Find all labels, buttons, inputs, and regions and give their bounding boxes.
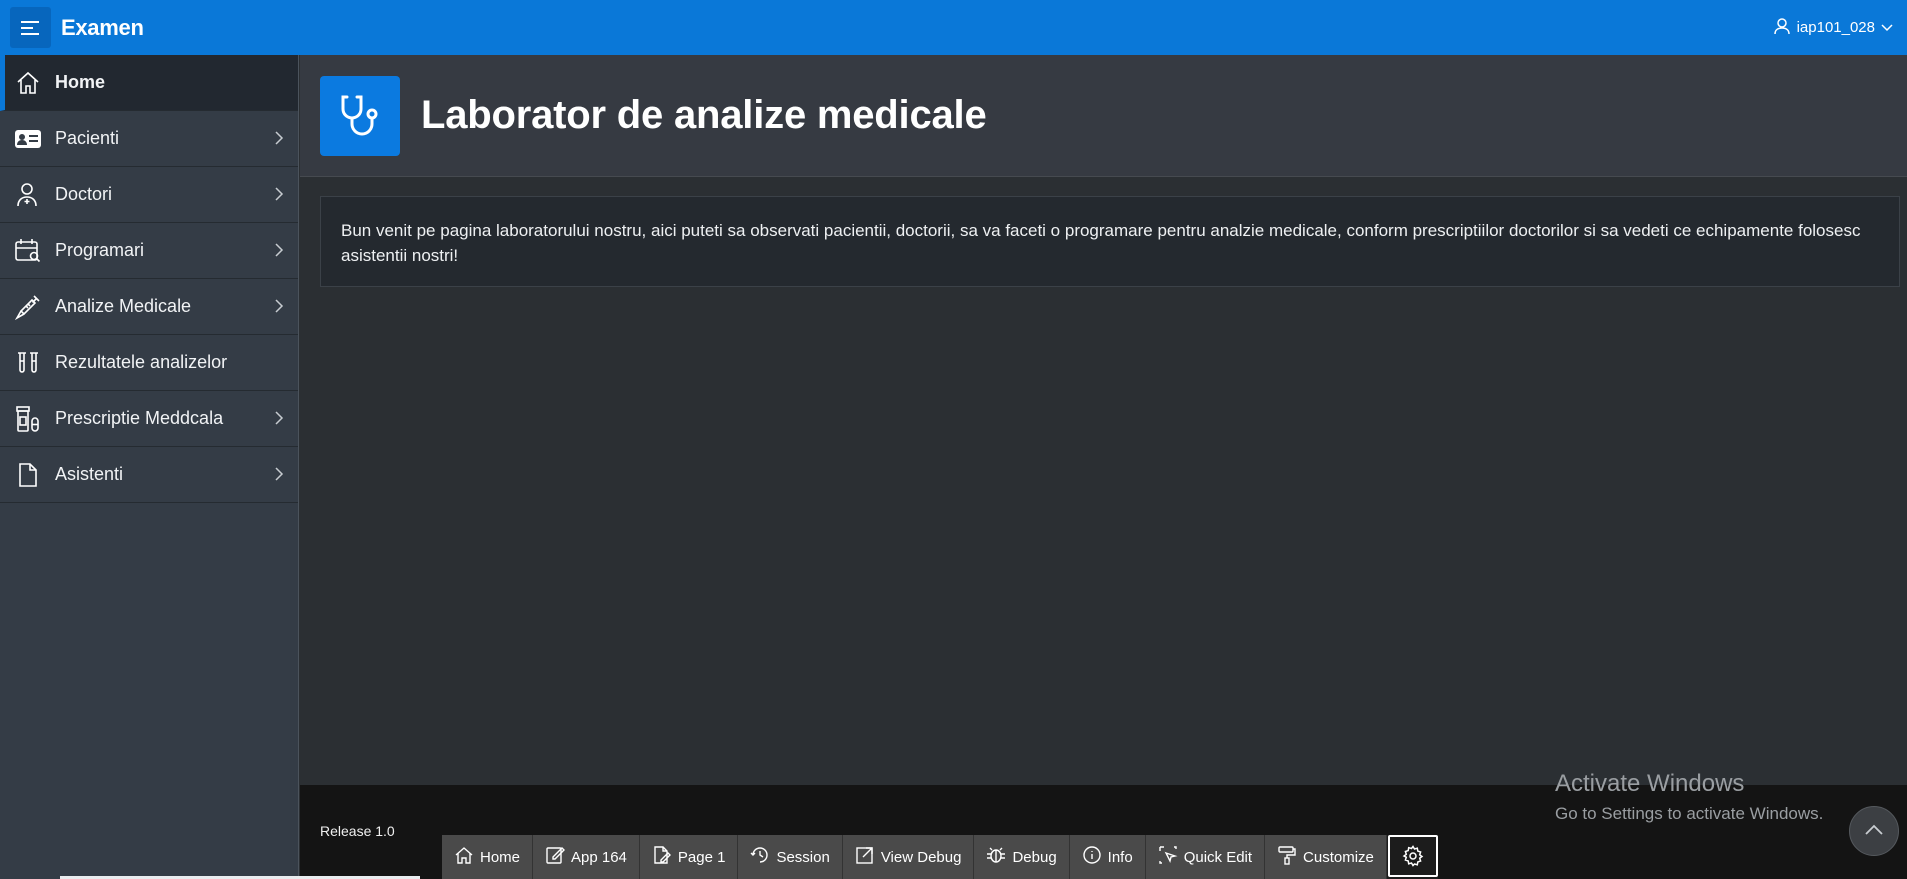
dev-home-button[interactable]: Home [442,835,534,879]
chevron-right-icon [274,410,284,431]
app-title[interactable]: Examen [61,15,144,41]
user-menu[interactable]: iap101_028 [1773,0,1893,55]
sidebar-item-analize-medicale[interactable]: Analize Medicale [0,279,298,335]
release-version: Release 1.0 [320,823,395,839]
test-tubes-icon [12,347,44,379]
home-icon [12,67,44,99]
external-link-icon [855,845,875,869]
developer-toolbar: Home App 164 Page 1 Session View Debug D… [442,835,1438,879]
sidebar-item-label: Rezultatele analizelor [55,352,228,372]
sidebar-item-label: Doctori [55,184,113,204]
dev-button-label: Home [480,848,521,866]
sidebar-item-label: Prescriptie Meddcala [55,408,224,428]
chevron-right-icon [274,186,284,207]
file-icon [12,459,44,491]
dev-quick-edit-button[interactable]: Quick Edit [1145,835,1266,879]
sidebar-item-label: Asistenti [55,464,124,484]
dev-button-label: Debug [1012,848,1057,866]
sidebar-item-asistenti[interactable]: Asistenti [0,447,298,503]
dev-customize-button[interactable]: Customize [1265,835,1387,879]
dev-view-debug-button[interactable]: View Debug [842,835,975,879]
user-name: iap101_028 [1796,19,1875,36]
user-medical-icon [12,179,44,211]
cursor-select-icon [1158,845,1178,869]
welcome-text: Bun venit pe pagina laboratorului nostru… [341,221,1861,265]
watermark-subtitle: Go to Settings to activate Windows. [1555,804,1824,823]
id-card-icon [12,123,44,155]
bug-icon [986,845,1006,869]
chevron-right-icon [274,298,284,319]
dev-button-label: App 164 [571,848,627,866]
dev-button-label: Customize [1303,848,1374,866]
hero-region: Laborator de analize medicale [300,55,1907,177]
user-icon [1773,17,1791,39]
watermark-title: Activate Windows [1555,770,1745,797]
dev-button-label: Session [776,848,830,866]
info-icon [1082,845,1102,869]
dev-debug-button[interactable]: Debug [974,835,1070,879]
dev-button-label: Info [1107,848,1133,866]
sidebar-item-home[interactable]: Home [0,55,298,111]
chevron-right-icon [274,242,284,263]
pill-bottle-icon [12,403,44,435]
sidebar-item-prescriptie-meddcala[interactable]: Prescriptie Meddcala [0,391,298,447]
paint-roller-icon [1277,845,1297,869]
dev-info-button[interactable]: Info [1069,835,1146,879]
edit-icon [545,845,566,869]
stethoscope-icon [320,75,400,156]
sidebar-item-doctori[interactable]: Doctori [0,167,298,223]
sidebar-item-label: Pacienti [55,128,120,148]
dev-page-button[interactable]: Page 1 [639,835,739,879]
chevron-down-icon [1881,19,1893,36]
sidebar-item-pacienti[interactable]: Pacienti [0,111,298,167]
top-navigation-bar: Examen iap101_028 [0,0,1907,55]
sidebar-item-rezultatele-analizelor[interactable]: Rezultatele analizelor [0,335,298,391]
main-content: Laborator de analize medicale Bun venit … [300,55,1907,785]
calendar-search-icon [12,235,44,267]
sidebar-item-label: Home [55,72,106,92]
page-edit-icon [652,845,672,869]
sidebar-item-label: Analize Medicale [55,296,192,316]
dev-button-label: Quick Edit [1183,848,1253,866]
welcome-region: Bun venit pe pagina laboratorului nostru… [320,196,1900,287]
chevron-up-icon [1865,822,1883,840]
dev-session-button[interactable]: Session [738,835,843,879]
hamburger-menu-icon[interactable] [10,7,51,48]
dev-app-button[interactable]: App 164 [533,835,640,879]
syringe-icon [12,291,44,323]
sidebar-item-programari[interactable]: Programari [0,223,298,279]
chevron-right-icon [274,466,284,487]
windows-activation-watermark: Activate Windows Go to Settings to activ… [1555,770,1823,824]
page-title: Laborator de analize medicale [421,93,987,137]
session-icon [750,845,770,869]
sidebar-item-label: Programari [55,240,145,260]
gear-icon[interactable] [1387,835,1438,877]
sidebar-navigation: Home Pacienti Doctori Programari Analize… [0,55,299,879]
dev-button-label: View Debug [880,848,962,866]
chevron-right-icon [274,130,284,151]
dev-button-label: Page 1 [677,848,726,866]
home-icon [454,845,474,869]
scroll-to-top-button[interactable] [1849,806,1899,856]
